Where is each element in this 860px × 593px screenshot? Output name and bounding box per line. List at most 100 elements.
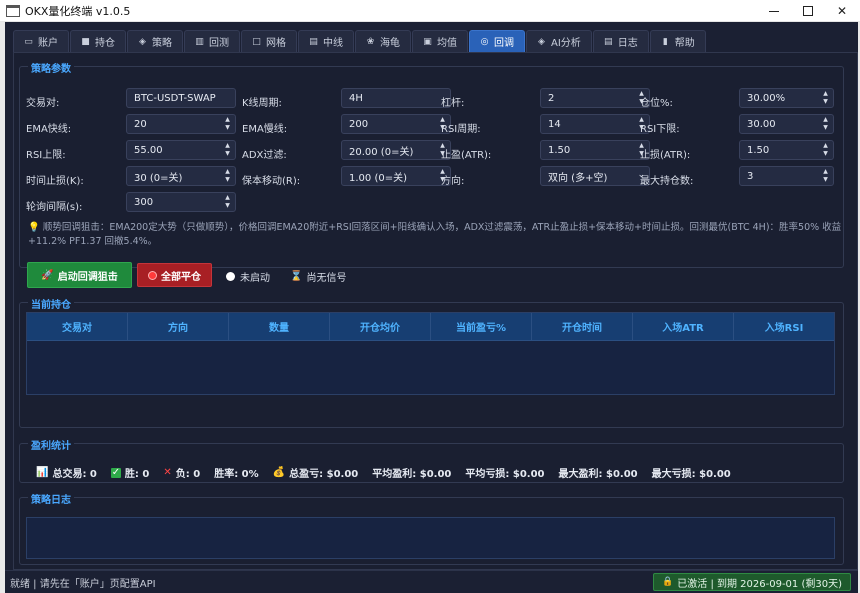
spin-arrows-icon[interactable]: ▲ ▼ (821, 142, 830, 158)
stat-label: 总交易: 0 (52, 469, 97, 480)
tab-2[interactable]: ◈ 策略 (127, 30, 183, 52)
spin-arrows-icon[interactable]: ▲ ▼ (223, 116, 232, 132)
tab-9[interactable]: ◈ AI分析 (526, 30, 592, 52)
stat-item: ✓ 胜: 0 (110, 465, 149, 480)
lock-icon: 🔒 (662, 577, 674, 587)
column-header[interactable]: 开仓时间 (532, 313, 633, 340)
column-header[interactable]: 交易对 (27, 313, 128, 340)
signal-status: ⌛ 尚无信号 (290, 269, 346, 284)
license-text: 已激活 | 到期 2026-09-01 (剩30天) (677, 578, 842, 590)
tab-10[interactable]: ▤ 日志 (592, 30, 649, 52)
tab-11[interactable]: ▮ 帮助 (649, 30, 706, 52)
time-stop-stepper[interactable]: 30 (0=关) ▲ ▼ (126, 166, 236, 186)
license-badge: 🔒 已激活 | 到期 2026-09-01 (剩30天) (653, 573, 851, 591)
spin-arrows-icon[interactable]: ▲ ▼ (223, 168, 232, 184)
close-all-positions-button[interactable]: 全部平仓 (137, 263, 212, 287)
take-profit-value: 1.50 (548, 144, 571, 156)
start-button-label: 启动回调狙击 (57, 271, 118, 283)
status-bar: 就绪 | 请先在「账户」页配置API 🔒 已激活 | 到期 2026-09-01… (5, 570, 858, 593)
column-header[interactable]: 数量 (229, 313, 330, 340)
stat-label: 总盈亏: $0.00 (289, 469, 359, 480)
tab-label: 均值 (437, 38, 457, 49)
minimize-button[interactable] (757, 0, 791, 22)
kline-input[interactable]: 4H (341, 88, 451, 108)
tab-7[interactable]: ▣ 均值 (412, 30, 468, 52)
maximize-icon (803, 6, 813, 16)
tab-label: 网格 (266, 38, 286, 49)
tab-4[interactable]: □ 网格 (241, 30, 297, 52)
tab-1[interactable]: ■ 持仓 (70, 30, 126, 52)
tab-bar: ▭ 账户 ■ 持仓 ◈ 策略 ▥ 回测 □ 网格 ▤ 中线 ❀ 海龟 ▣ 均值 ◎ 回调 ◈ AI分析 ▤ 日志 ▮ 帮助 (5, 30, 858, 52)
spin-arrows-icon[interactable]: ▲ ▼ (223, 142, 232, 158)
tab-0[interactable]: ▭ 账户 (13, 30, 69, 52)
pair-input[interactable]: BTC-USDT-SWAP (126, 88, 236, 108)
adx-value: 20.00 (0=关) (349, 146, 414, 158)
strategy-log-title: 策略日志 (28, 491, 74, 506)
stop-loss-stepper[interactable]: 1.50 ▲ ▼ (739, 140, 834, 160)
tab-label: 持仓 (95, 38, 115, 49)
spin-arrows-icon[interactable]: ▲ ▼ (223, 194, 232, 210)
position-pct-stepper[interactable]: 30.00% ▲ ▼ (739, 88, 834, 108)
rocket-icon: 🚀 (41, 269, 54, 281)
log-icon: ▤ (604, 36, 613, 47)
tab-label: 中线 (323, 38, 343, 49)
status-text: 就绪 | 请先在「账户」页配置API (10, 578, 156, 590)
max-positions-value: 3 (747, 170, 754, 182)
poll-interval-label: 轮询间隔(s): (26, 202, 83, 213)
rsi-period-value: 14 (548, 118, 561, 130)
column-header[interactable]: 入场RSI (734, 313, 834, 340)
tab-8[interactable]: ◎ 回调 (469, 30, 525, 52)
leverage-stepper[interactable]: 2 ▲ ▼ (540, 88, 650, 108)
spin-arrows-icon[interactable]: ▲ ▼ (821, 168, 830, 184)
breakeven-stepper[interactable]: 1.00 (0=关) ▲ ▼ (341, 166, 451, 186)
ema-fast-stepper[interactable]: 20 ▲ ▼ (126, 114, 236, 134)
position-pct-label: 仓位%: (640, 98, 673, 109)
leverage-value: 2 (548, 92, 555, 104)
stat-item: 平均亏损: $0.00 (465, 465, 544, 480)
column-header[interactable]: 入场ATR (633, 313, 734, 340)
ema-slow-label: EMA慢线: (242, 124, 288, 135)
poll-interval-stepper[interactable]: 300 ▲ ▼ (126, 192, 236, 212)
ema-slow-stepper[interactable]: 200 ▲ ▼ (341, 114, 451, 134)
window-title: OKX量化终端 v1.0.5 (25, 4, 131, 18)
stat-item: 📊 总交易: 0 (36, 465, 97, 480)
column-header[interactable]: 当前盈亏% (431, 313, 532, 340)
tab-label: 账户 (38, 38, 58, 49)
tab-5[interactable]: ▤ 中线 (298, 30, 354, 52)
strategy-hint: 💡 顺势回调狙击：EMA200定大势（只做顺势），价格回调EMA20附近+RSI… (28, 221, 848, 249)
take-profit-stepper[interactable]: 1.50 ▲ ▼ (540, 140, 650, 160)
maximize-button[interactable] (791, 0, 825, 22)
tab-label: 日志 (617, 38, 638, 49)
adx-stepper[interactable]: 20.00 (0=关) ▲ ▼ (341, 140, 451, 160)
spin-arrows-icon[interactable]: ▲ ▼ (821, 116, 830, 132)
rsi-period-stepper[interactable]: 14 ▲ ▼ (540, 114, 650, 134)
kline-value: 4H (349, 92, 363, 104)
strategy-log-area[interactable] (26, 517, 835, 559)
ema-fast-label: EMA快线: (26, 124, 72, 135)
kline-label: K线周期: (242, 98, 282, 109)
book-icon: ▮ (662, 36, 668, 47)
rsi-lower-stepper[interactable]: 30.00 ▲ ▼ (739, 114, 834, 134)
wallet-icon: ▭ (24, 36, 33, 47)
app-body: ▭ 账户 ■ 持仓 ◈ 策略 ▥ 回测 □ 网格 ▤ 中线 ❀ 海龟 ▣ 均值 ◎ 回调 ◈ AI分析 ▤ 日志 ▮ 帮助 策… (5, 22, 858, 570)
spin-arrows-icon[interactable]: ▲ ▼ (821, 90, 830, 106)
max-positions-stepper[interactable]: 3 ▲ ▼ (739, 166, 834, 186)
stat-item: 胜率: 0% (214, 465, 258, 480)
column-header[interactable]: 方向 (128, 313, 229, 340)
direction-select[interactable]: 双向 (多+空) ⌄ (540, 166, 650, 186)
close-icon: ✕ (836, 4, 848, 18)
start-pullback-button[interactable]: 🚀 启动回调狙击 (27, 262, 132, 288)
line-chart-icon: ▤ (309, 36, 318, 47)
tab-3[interactable]: ▥ 回测 (184, 30, 240, 52)
close-window-button[interactable]: ✕ (825, 0, 859, 22)
rsi-lower-value: 30.00 (747, 118, 776, 130)
chart-icon: 📊 (36, 467, 49, 478)
stat-item: 最大亏损: $0.00 (652, 465, 731, 480)
rsi-upper-stepper[interactable]: 55.00 ▲ ▼ (126, 140, 236, 160)
column-header[interactable]: 开仓均价 (330, 313, 431, 340)
breakeven-value: 1.00 (0=关) (349, 172, 407, 184)
positions-table[interactable]: 交易对 方向 数量 开仓均价 当前盈亏% 开仓时间 入场ATR 入场RSI (26, 312, 835, 395)
tab-label: 回调 (494, 38, 514, 49)
pullback-tab-content: 策略参数 交易对: BTC-USDT-SWAP K线周期: 4H 杠杆: 2 ▲ ▼… (13, 52, 858, 570)
tab-6[interactable]: ❀ 海龟 (355, 30, 411, 52)
